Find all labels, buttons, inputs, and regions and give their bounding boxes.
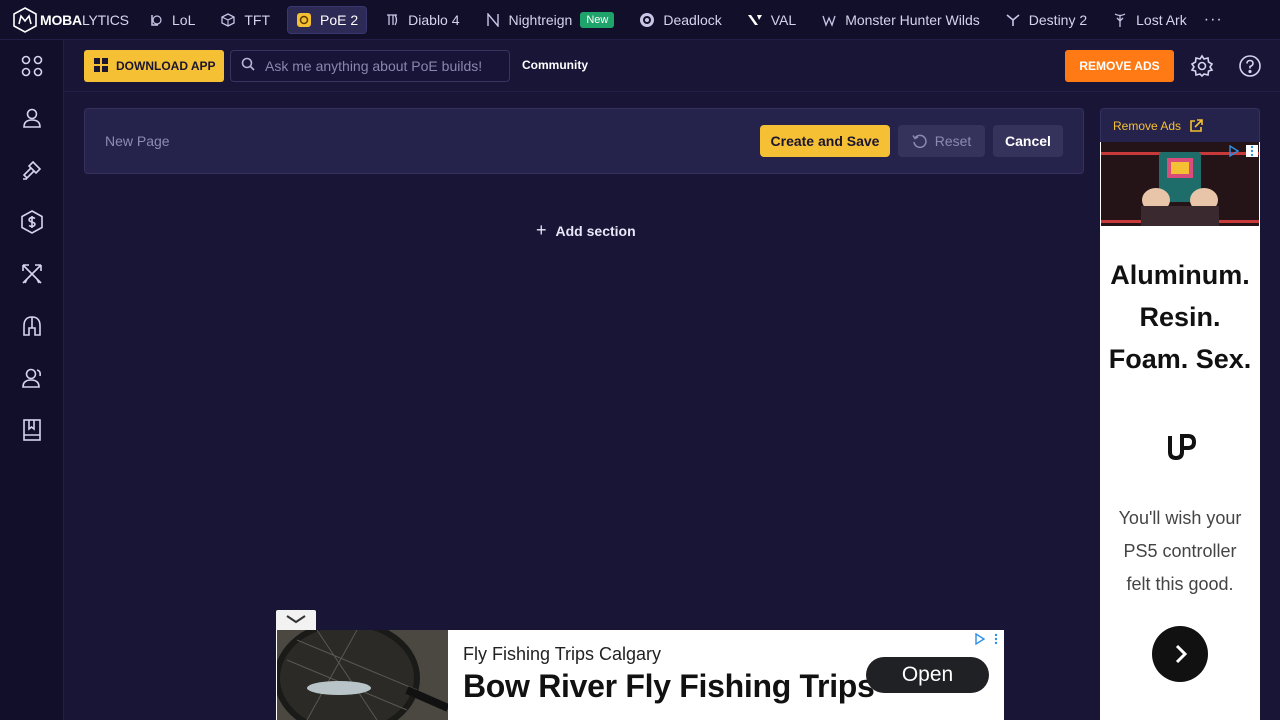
sidebar-dashboard-icon[interactable] <box>20 54 44 78</box>
ad-collapse-button[interactable] <box>276 610 316 630</box>
ad-next-button[interactable] <box>1152 626 1208 682</box>
ad-subtitle: Fly Fishing Trips Calgary <box>463 644 662 664</box>
adchoices-icon[interactable] <box>1228 144 1240 158</box>
brand-logo[interactable]: MOBALYTICS <box>0 0 140 40</box>
nav-tab-label: VAL <box>770 11 797 28</box>
nightreign-icon <box>485 12 501 28</box>
remove-ads-button[interactable]: REMOVE ADS <box>1065 50 1174 82</box>
reset-button[interactable]: Reset <box>898 125 985 157</box>
nav-tab-monster-hunter[interactable]: Monster Hunter Wilds <box>813 6 988 34</box>
deadlock-icon <box>639 12 655 28</box>
valorant-icon <box>747 12 763 28</box>
ad-options-icon[interactable] <box>990 632 1002 645</box>
ad-copy: You'll wish your PS5 controller felt thi… <box>1118 508 1242 594</box>
nav-tab-label: LoL <box>172 11 196 28</box>
left-sidebar <box>0 40 64 720</box>
remove-ads-link-label: Remove Ads <box>1113 118 1182 133</box>
nav-tab-poe2[interactable]: PoE 2 <box>287 5 368 34</box>
diablo-icon <box>384 12 400 28</box>
more-games-icon[interactable]: ··· <box>1204 11 1223 29</box>
nav-tab-label: Nightreign <box>508 11 573 28</box>
ad-headline: Aluminum. Resin. Foam. Sex. <box>1108 260 1252 374</box>
plus-icon: + <box>536 220 547 240</box>
nav-tab-label: PoE 2 <box>320 11 359 28</box>
reset-label: Reset <box>934 133 972 149</box>
nav-tab-label: Monster Hunter Wilds <box>845 11 980 28</box>
destiny-icon <box>1005 12 1021 28</box>
monster-hunter-icon <box>821 12 837 28</box>
ad-title: Bow River Fly Fishing Trips <box>463 668 875 704</box>
search-input[interactable] <box>265 58 505 74</box>
create-and-save-button[interactable]: Create and Save <box>760 125 890 157</box>
nav-tab-diablo4[interactable]: Diablo 4 <box>376 6 467 34</box>
lol-icon <box>148 12 164 28</box>
ad-open-button[interactable]: Open <box>866 657 989 693</box>
ad-options-icon[interactable] <box>1246 144 1258 157</box>
nav-tab-label: Diablo 4 <box>408 11 460 28</box>
sidebar-economy-icon[interactable] <box>20 210 44 234</box>
reset-icon <box>912 134 927 149</box>
nav-tab-lol[interactable]: LoL <box>140 6 203 34</box>
community-link[interactable]: Community <box>522 58 588 72</box>
external-link-icon <box>1189 118 1203 133</box>
nav-tab-destiny2[interactable]: Destiny 2 <box>997 6 1095 34</box>
cancel-button[interactable]: Cancel <box>993 125 1063 157</box>
nav-tab-val[interactable]: VAL <box>739 6 804 34</box>
nav-tab-deadlock[interactable]: Deadlock <box>631 6 729 34</box>
windows-icon <box>94 57 108 75</box>
chevron-down-icon <box>285 611 307 629</box>
nav-tab-label: Deadlock <box>663 11 722 28</box>
sidebar-profile-icon[interactable] <box>20 106 44 130</box>
search-box <box>230 50 510 82</box>
settings-gear-icon[interactable] <box>1190 54 1214 78</box>
nav-tab-label: Destiny 2 <box>1028 11 1088 28</box>
nav-tab-nightreign[interactable]: Nightreign New <box>477 6 623 34</box>
top-nav: MOBALYTICS LoL TFT PoE 2 Diablo 4 Nightr… <box>0 0 1280 40</box>
search-icon <box>241 57 255 76</box>
page-editor-card: New Page Create and Save Reset Cancel <box>84 108 1084 174</box>
side-advertisement[interactable]: Aluminum. Resin. Foam. Sex. You'll wish … <box>1100 142 1260 720</box>
nav-tab-lost-ark[interactable]: Lost Ark <box>1104 6 1195 34</box>
lost-ark-icon <box>1112 12 1128 28</box>
nav-tab-label: Lost Ark <box>1136 11 1187 28</box>
toolbar: DOWNLOAD APP Community REMOVE ADS <box>64 40 1280 92</box>
tft-icon <box>220 12 236 28</box>
poe2-icon <box>296 12 312 28</box>
nav-tab-tft[interactable]: TFT <box>212 6 278 34</box>
sidebar-tier-list-icon[interactable] <box>20 262 44 286</box>
ad-fishing-net-image <box>277 630 448 720</box>
page-name-input[interactable]: New Page <box>105 133 170 149</box>
sidebar-community-icon[interactable] <box>20 366 44 390</box>
sidebar-guides-icon[interactable] <box>20 418 44 442</box>
sidebar-builds-icon[interactable] <box>20 158 44 182</box>
help-icon[interactable] <box>1238 54 1262 78</box>
sidebar-helmet-icon[interactable] <box>20 314 44 338</box>
brand-name: MOBALYTICS <box>40 11 129 28</box>
mobalytics-logo-icon <box>13 6 37 33</box>
add-section-label: Add section <box>555 222 636 239</box>
new-badge: New <box>580 11 615 28</box>
download-app-button[interactable]: DOWNLOAD APP <box>84 50 224 82</box>
remove-ads-link[interactable]: Remove Ads <box>1100 108 1260 142</box>
bottom-advertisement[interactable]: Fly Fishing Trips Calgary Bow River Fly … <box>276 630 1004 720</box>
adchoices-icon[interactable] <box>974 632 986 646</box>
add-section-button[interactable]: + Add section <box>536 220 636 241</box>
nav-tab-label: TFT <box>244 11 271 28</box>
download-app-label: DOWNLOAD APP <box>116 59 216 73</box>
advertiser-logo-icon <box>1164 432 1197 461</box>
